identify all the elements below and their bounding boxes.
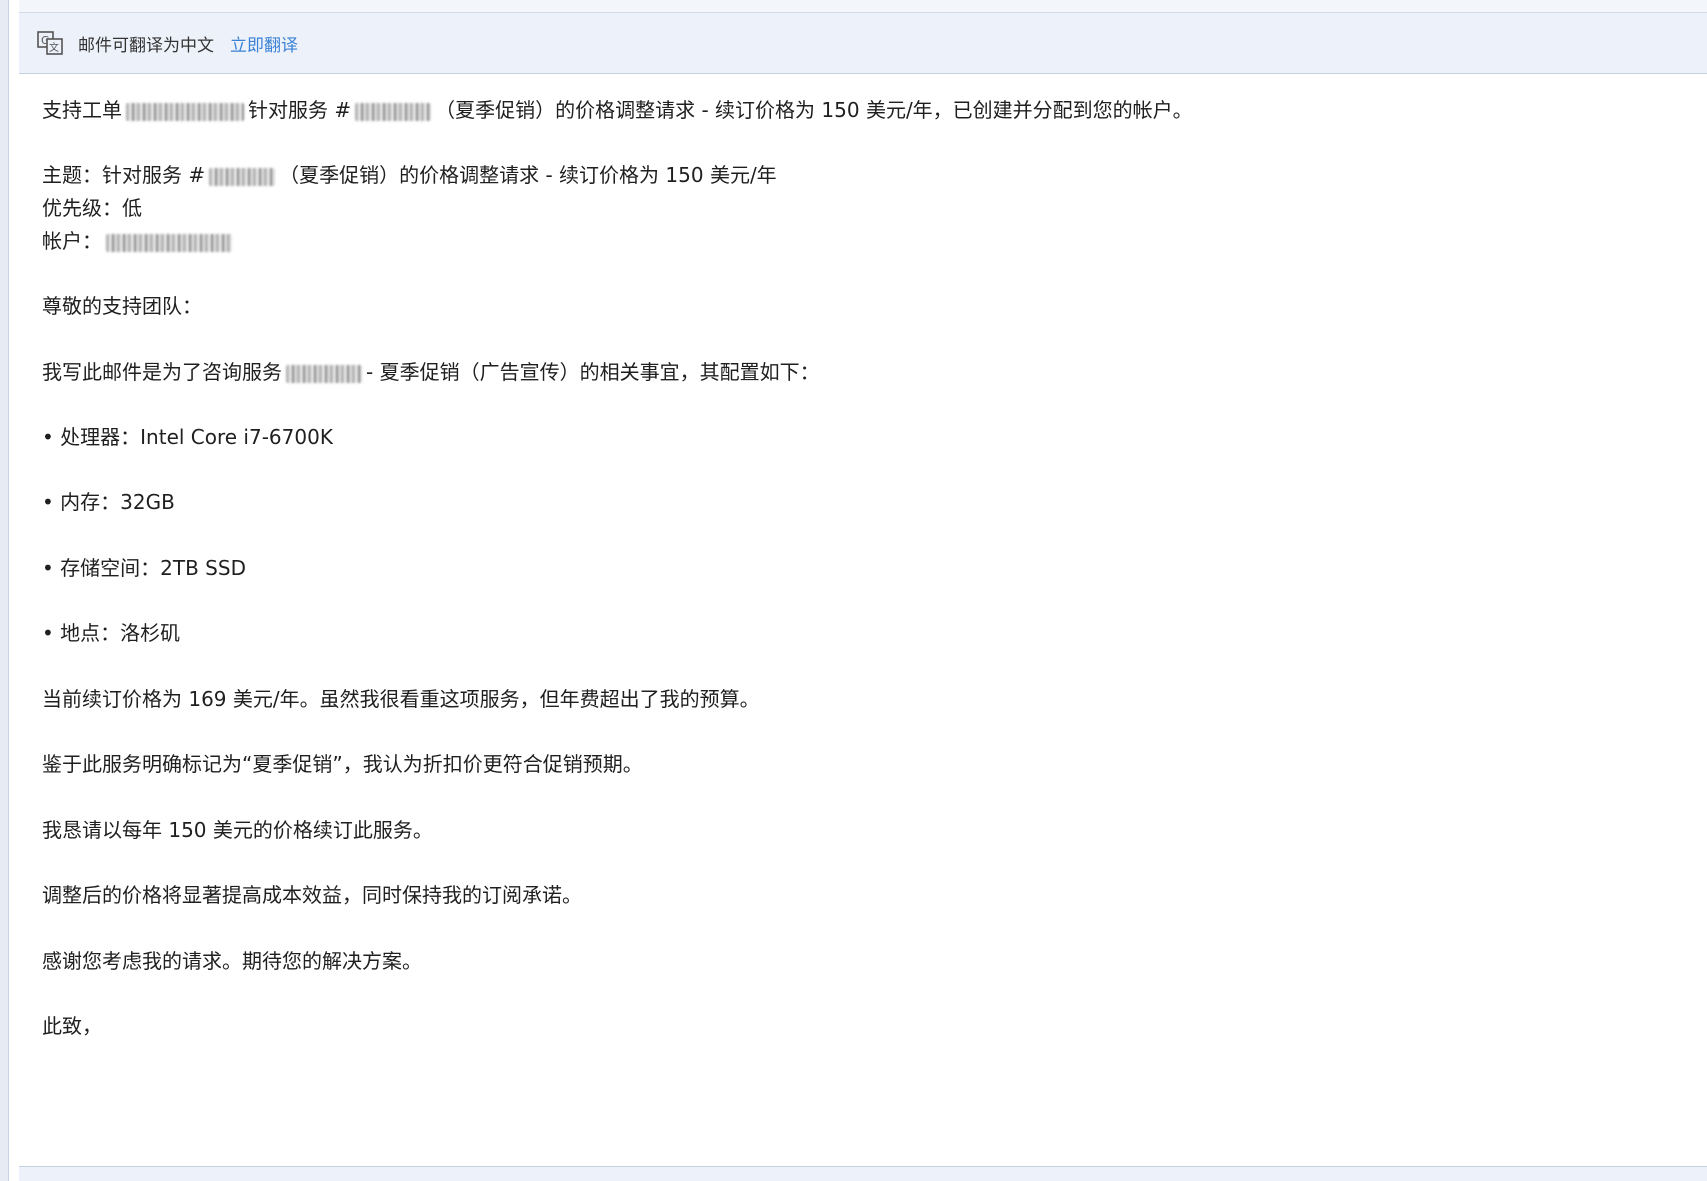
spec-storage: • 存储空间：2TB SSD (42, 556, 246, 580)
greeting: 尊敬的支持团队： (42, 294, 202, 318)
service-label: 针对服务 # (248, 98, 352, 122)
account-line: 帐户： (42, 227, 236, 255)
redacted-account (106, 233, 232, 252)
intro-text: 我写此邮件是为了咨询服务 (42, 360, 282, 384)
subject-text: （夏季促销）的价格调整请求 - 续订价格为 150 美元/年 (279, 163, 777, 187)
paragraph-benefit: 调整后的价格将显著提高成本效益，同时保持我的订阅承诺。 (42, 883, 582, 907)
subject-line: 主题：针对服务 # （夏季促销）的价格调整请求 - 续订价格为 150 美元/年 (42, 161, 777, 189)
intro-line: 我写此邮件是为了咨询服务 - 夏季促销（广告宣传）的相关事宜，其配置如下： (42, 358, 820, 386)
header-strip (19, 0, 1707, 13)
redacted-ticket-id (126, 102, 244, 121)
subject-label: 主题：针对服务 # (42, 163, 206, 187)
left-rail (0, 0, 9, 1181)
footer-strip (19, 1166, 1707, 1181)
svg-text:文: 文 (49, 41, 59, 54)
spec-memory: • 内存：32GB (42, 490, 175, 514)
spec-processor: • 处理器：Intel Core i7-6700K (42, 425, 333, 449)
spec-location: • 地点：洛杉矶 (42, 621, 181, 645)
translate-icon: G 文 (37, 31, 63, 55)
paragraph-promo: 鉴于此服务明确标记为“夏季促销”，我认为折扣价更符合促销预期。 (42, 752, 643, 776)
ticket-notice-text: （夏季促销）的价格调整请求 - 续订价格为 150 美元/年，已创建并分配到您的… (435, 98, 1193, 122)
paragraph-current-price: 当前续订价格为 169 美元/年。虽然我很看重这项服务，但年费超出了我的预算。 (42, 687, 760, 711)
ticket-label: 支持工单 (42, 98, 122, 122)
account-label: 帐户： (42, 229, 102, 253)
ticket-notice-line: 支持工单 针对服务 # （夏季促销）的价格调整请求 - 续订价格为 150 美元/年… (42, 96, 1193, 124)
translation-prompt: 邮件可翻译为中文 (78, 35, 214, 56)
closing: 此致， (42, 1014, 102, 1038)
redacted-service-id (209, 167, 276, 186)
paragraph-thanks: 感谢您考虑我的请求。期待您的解决方案。 (42, 949, 422, 973)
paragraph-request: 我恳请以每年 150 美元的价格续订此服务。 (42, 818, 433, 842)
translate-now-link[interactable]: 立即翻译 (230, 31, 298, 56)
intro-text-cont: - 夏季促销（广告宣传）的相关事宜，其配置如下： (366, 360, 820, 384)
redacted-service-id (355, 102, 432, 121)
email-reader-window: G 文 邮件可翻译为中文 立即翻译 支持工单 针对服务 # （夏季促销）的价格调整请… (0, 0, 1707, 1181)
priority-line: 优先级：低 (42, 196, 142, 220)
translation-bar: G 文 邮件可翻译为中文 立即翻译 (19, 13, 1707, 74)
redacted-service-id (286, 364, 362, 383)
